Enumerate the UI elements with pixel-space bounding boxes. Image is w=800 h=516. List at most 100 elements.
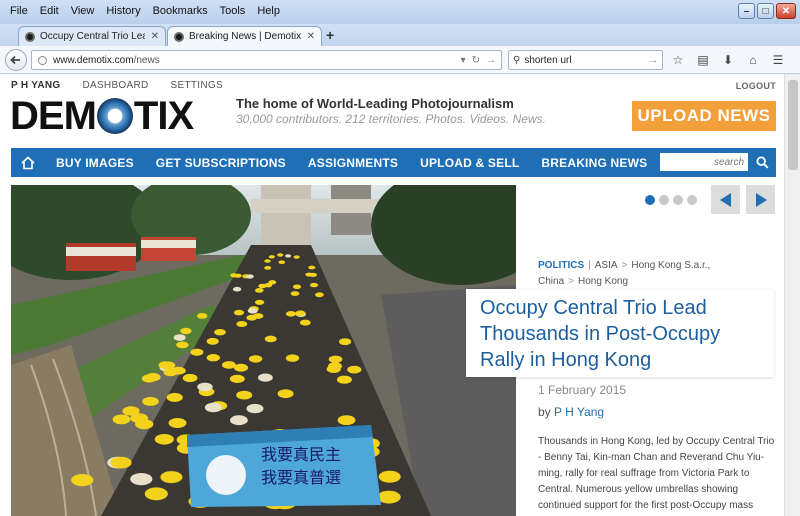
- umbrella: [160, 471, 183, 484]
- slider-dot[interactable]: [659, 195, 669, 205]
- search-icon[interactable]: [752, 153, 772, 171]
- umbrella: [247, 308, 258, 314]
- user-nav: P H YANG DASHBOARD SETTINGS: [11, 80, 223, 91]
- story-title-link[interactable]: Occupy Central Trio Lead Thousands in Po…: [466, 289, 774, 377]
- url-path: /news: [133, 54, 160, 66]
- home-icon[interactable]: ⌂: [745, 51, 761, 68]
- umbrella: [229, 374, 245, 383]
- umbrella: [347, 365, 362, 374]
- umbrella: [232, 286, 242, 292]
- close-tab-icon[interactable]: ✕: [301, 31, 315, 42]
- search-go-icon[interactable]: →: [648, 55, 662, 66]
- maximize-button[interactable]: □: [757, 3, 774, 19]
- reload-icon[interactable]: ↻: [472, 55, 480, 66]
- menu-bookmarks[interactable]: Bookmarks: [147, 4, 214, 18]
- umbrella: [142, 396, 159, 406]
- umbrella: [258, 283, 267, 289]
- umbrella: [206, 337, 219, 345]
- hero-photo[interactable]: 我要真民主 我要真普選: [11, 185, 516, 516]
- scrollbar-thumb[interactable]: [788, 80, 798, 170]
- home-icon[interactable]: [11, 148, 45, 177]
- browser-search-box[interactable]: ⚲ shorten url →: [508, 50, 663, 70]
- protest-photo-image: 我要真民主 我要真普選: [11, 185, 516, 516]
- umbrella: [290, 291, 300, 296]
- umbrella: [206, 354, 220, 362]
- navigation-toolbar: www.demotix.com/news ▾ ↻ → ⚲ shorten url…: [0, 46, 800, 74]
- umbrella: [233, 309, 245, 316]
- slider-dot[interactable]: [687, 195, 697, 205]
- umbrella: [264, 266, 272, 270]
- close-window-button[interactable]: ✕: [776, 3, 796, 19]
- menu-file[interactable]: File: [4, 4, 34, 18]
- crumb-hong-kong[interactable]: Hong Kong: [578, 276, 628, 287]
- logo-text-left: DEM: [10, 93, 97, 138]
- umbrella: [197, 382, 213, 392]
- main-navigation: BUY IMAGES GET SUBSCRIPTIONS ASSIGNMENTS…: [11, 148, 776, 177]
- vertical-scrollbar[interactable]: [784, 74, 800, 516]
- nav-buy-images[interactable]: BUY IMAGES: [45, 156, 145, 170]
- site-subtagline: 30,000 contributors. 212 territories. Ph…: [236, 112, 546, 126]
- menu-tools[interactable]: Tools: [214, 4, 252, 18]
- slider-prev-button[interactable]: [711, 185, 740, 214]
- nav-assignments[interactable]: ASSIGNMENTS: [297, 156, 409, 170]
- nav-get-subscriptions[interactable]: GET SUBSCRIPTIONS: [145, 156, 297, 170]
- story-byline: by P H Yang: [538, 405, 604, 419]
- menu-help[interactable]: Help: [251, 4, 286, 18]
- slider-next-button[interactable]: [746, 185, 775, 214]
- back-arrow-icon[interactable]: [5, 49, 27, 71]
- site-search-input[interactable]: [660, 153, 748, 171]
- upload-news-button[interactable]: UPLOAD NEWS: [632, 101, 776, 131]
- tab-occupy-central[interactable]: Occupy Central Trio Lead Tho... ✕: [18, 26, 166, 46]
- author-link[interactable]: P H Yang: [554, 405, 604, 419]
- minimize-button[interactable]: –: [738, 3, 755, 19]
- arrow-left-icon: [719, 192, 731, 207]
- story-date: 1 February 2015: [538, 383, 627, 397]
- menu-view[interactable]: View: [65, 4, 101, 18]
- umbrella: [268, 280, 277, 285]
- new-tab-plus-icon[interactable]: +: [326, 27, 334, 43]
- settings-link[interactable]: SETTINGS: [171, 80, 223, 91]
- demotix-logo[interactable]: DEM TIX: [10, 93, 194, 138]
- umbrella: [293, 255, 300, 259]
- umbrella: [377, 490, 401, 504]
- bookmark-star-icon[interactable]: ☆: [670, 51, 686, 68]
- category-link[interactable]: POLITICS: [538, 260, 584, 271]
- banner-text-line2: 我要真普選: [261, 468, 341, 487]
- go-arrow-icon[interactable]: →: [486, 55, 496, 66]
- dashboard-link[interactable]: DASHBOARD: [82, 80, 148, 91]
- umbrella: [236, 390, 253, 400]
- hamburger-menu-icon[interactable]: ☰: [770, 51, 786, 68]
- menu-history[interactable]: History: [100, 4, 146, 18]
- slider-dots: [645, 195, 697, 205]
- umbrella: [214, 329, 226, 336]
- umbrella: [254, 299, 265, 305]
- dropdown-arrow-icon[interactable]: ▾: [461, 55, 466, 66]
- slider-dot[interactable]: [673, 195, 683, 205]
- slider-dot[interactable]: [645, 195, 655, 205]
- umbrella: [176, 341, 189, 349]
- umbrella: [337, 415, 356, 425]
- logo-lens-icon: [96, 98, 133, 134]
- logout-link[interactable]: LOGOUT: [736, 81, 776, 91]
- tab-title: Occupy Central Trio Lead Tho...: [40, 31, 145, 42]
- address-bar[interactable]: www.demotix.com/news ▾ ↻ →: [31, 50, 502, 70]
- download-icon[interactable]: ⬇: [720, 51, 736, 68]
- menu-edit[interactable]: Edit: [34, 4, 65, 18]
- reading-list-icon[interactable]: ▤: [695, 51, 711, 68]
- close-tab-icon[interactable]: ✕: [145, 31, 159, 42]
- umbrella: [233, 363, 249, 372]
- username-link[interactable]: P H YANG: [11, 80, 60, 91]
- window-controls: – □ ✕: [738, 3, 796, 19]
- umbrella: [246, 314, 257, 321]
- nav-breaking-news[interactable]: BREAKING NEWS: [530, 156, 658, 170]
- browser-search-value: shorten url: [524, 54, 572, 66]
- tab-breaking-news[interactable]: Breaking News | Demotix.com ✕: [167, 26, 322, 46]
- umbrella: [378, 470, 401, 483]
- crumb-asia[interactable]: ASIA: [595, 260, 618, 271]
- umbrella: [173, 334, 186, 341]
- umbrella: [328, 362, 342, 370]
- nav-upload-sell[interactable]: UPLOAD & SELL: [409, 156, 530, 170]
- page-viewport: P H YANG DASHBOARD SETTINGS LOGOUT DEM TI…: [0, 74, 784, 516]
- umbrella: [197, 313, 208, 319]
- umbrella: [278, 260, 286, 264]
